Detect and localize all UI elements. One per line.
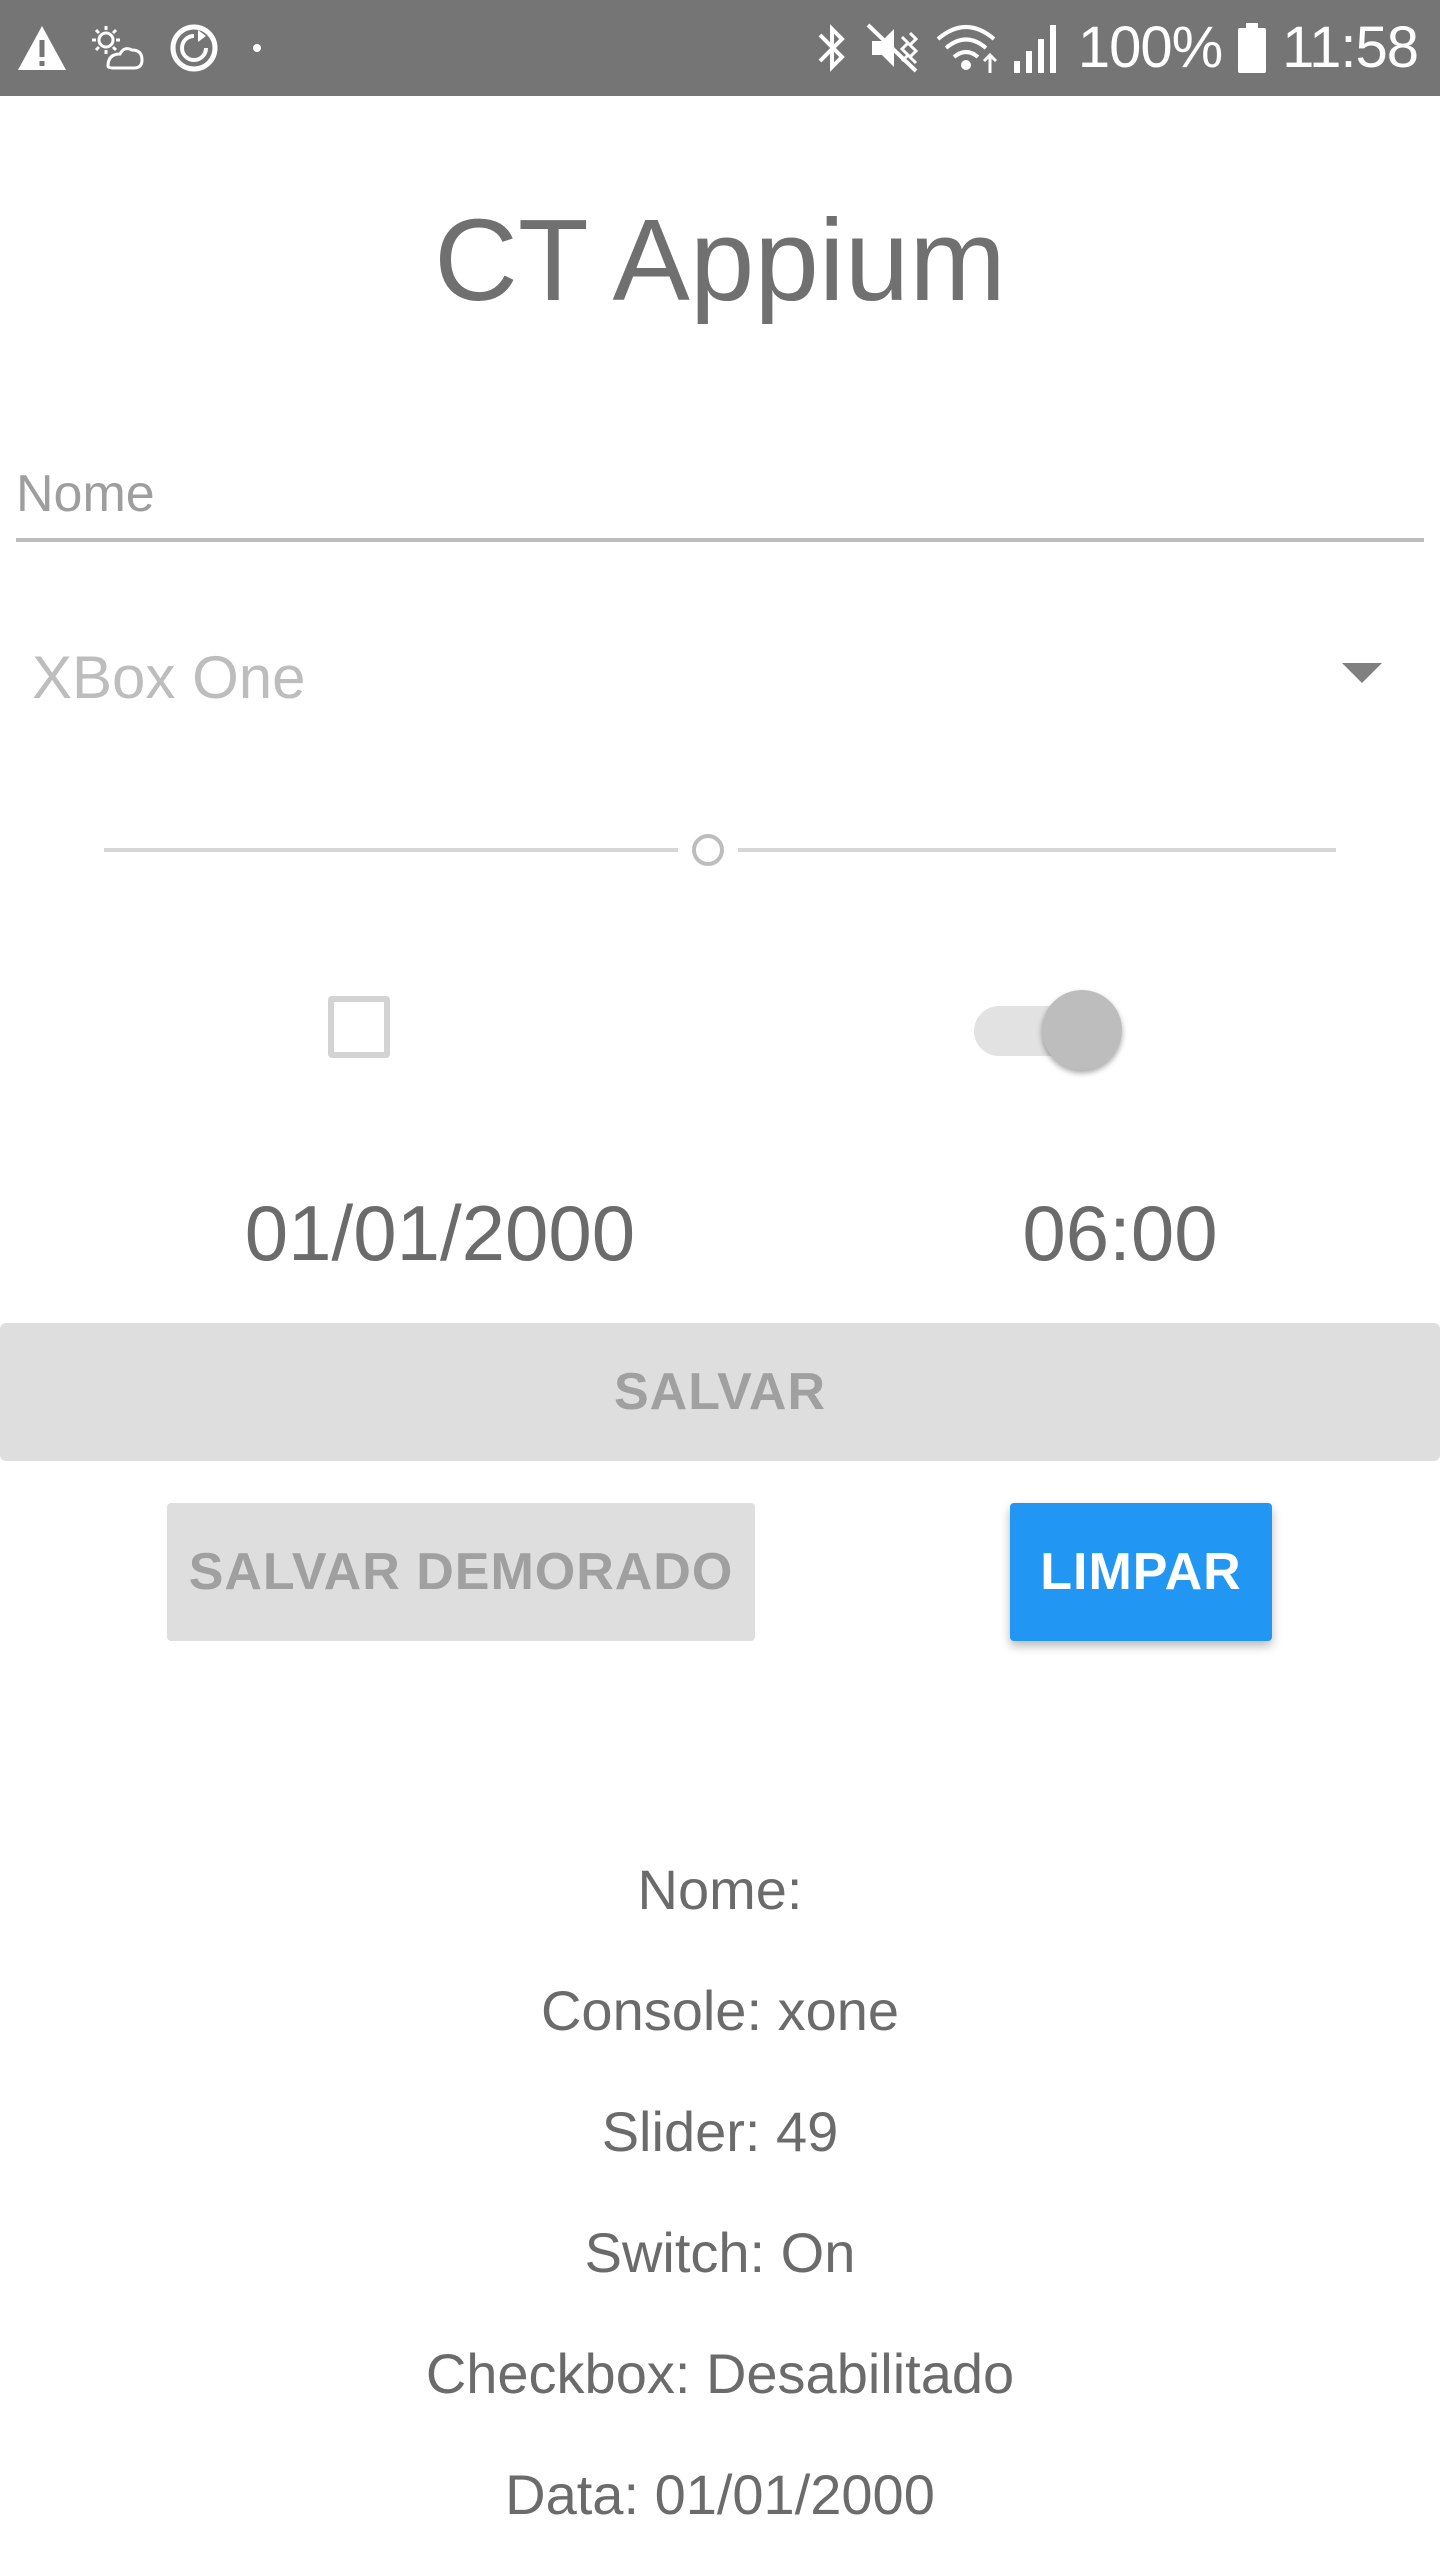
slider-thumb[interactable]	[691, 834, 724, 866]
switch-thumb	[1042, 990, 1122, 1070]
console-dropdown-value: XBox One	[32, 644, 306, 711]
signal-icon	[1012, 21, 1064, 75]
dot-icon	[242, 33, 272, 63]
result-slider: Slider: 49	[601, 2100, 839, 2163]
clock: 11:58	[1282, 15, 1419, 80]
toggle-switch[interactable]	[972, 990, 1128, 1072]
dropdown-arrow-icon	[1342, 663, 1382, 690]
result-console: Console: xone	[540, 1979, 899, 2042]
save-button[interactable]: SALVAR	[0, 1323, 1440, 1461]
name-field-container	[16, 450, 1424, 542]
battery-percentage: 100%	[1077, 15, 1223, 80]
status-bar-right: 100% 11:58	[814, 15, 1419, 80]
checkbox[interactable]	[328, 996, 390, 1058]
console-dropdown[interactable]: XBox One	[32, 625, 1382, 735]
value-slider[interactable]	[104, 830, 1336, 870]
status-bar: 100% 11:58	[0, 0, 1440, 96]
sync-icon	[168, 22, 220, 74]
status-bar-left	[16, 16, 272, 80]
result-date: Data: 01/01/2000	[505, 2463, 935, 2526]
result-switch: Switch: On	[584, 2221, 856, 2284]
bluetooth-icon	[814, 21, 850, 75]
time-picker-value[interactable]: 06:00	[960, 1185, 1280, 1281]
vibrate-mute-icon	[864, 21, 920, 75]
warning-icon	[16, 24, 68, 72]
result-name: Nome:	[637, 1858, 803, 1921]
save-delayed-button[interactable]: SALVAR DEMORADO	[167, 1503, 755, 1641]
weather-icon	[90, 22, 146, 74]
results-panel: Nome: Console: xone Slider: 49 Switch: O…	[0, 1850, 1440, 2576]
clear-button[interactable]: LIMPAR	[1010, 1503, 1272, 1641]
name-input[interactable]	[16, 450, 1424, 542]
wifi-icon	[934, 21, 998, 75]
page-title: CT Appium	[434, 195, 1006, 325]
result-checkbox: Checkbox: Desabilitado	[425, 2342, 1015, 2405]
battery-icon	[1236, 21, 1268, 75]
date-picker-value[interactable]: 01/01/2000	[180, 1185, 700, 1281]
